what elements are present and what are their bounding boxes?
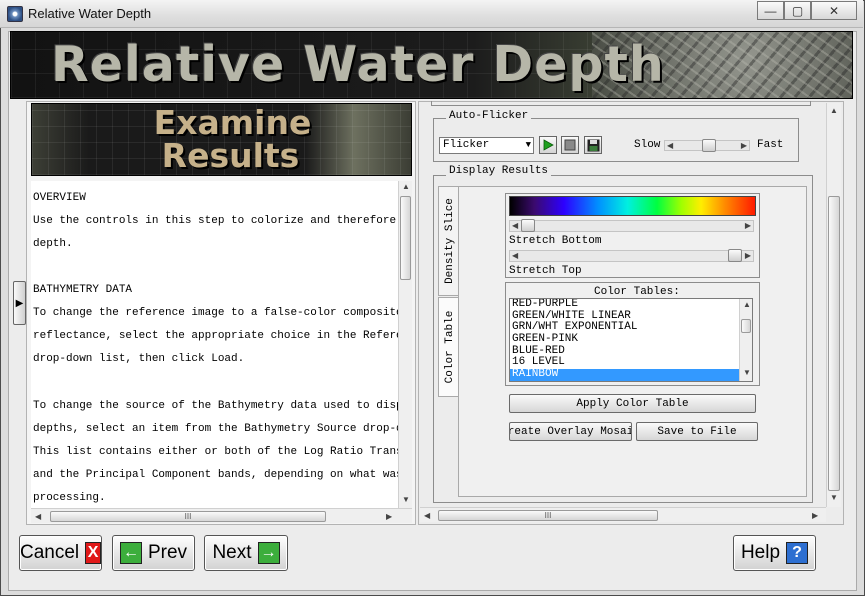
scroll-down-arrow-icon[interactable]: ▼ <box>830 493 838 502</box>
scroll-up-arrow-icon[interactable]: ▲ <box>402 182 410 191</box>
help-text-line: Use the controls in this step to coloriz… <box>33 215 398 227</box>
save-to-file-button[interactable]: Save to File <box>636 422 758 441</box>
header-banner: Relative Water Depth <box>10 31 853 99</box>
list-item[interactable]: GREEN-PINK <box>510 333 752 346</box>
help-text-line: To change the source of the Bathymetry d… <box>33 400 398 412</box>
step-banner-line2: Results <box>161 136 300 175</box>
tab-color-table[interactable]: Color Table <box>438 297 459 397</box>
title-bar: Relative Water Depth — ▢ ✕ <box>0 0 863 28</box>
scroll-left-arrow-icon[interactable]: ◀ <box>35 512 41 521</box>
cancel-x-icon: X <box>85 542 101 564</box>
slow-label: Slow <box>634 139 661 151</box>
help-text-hscroll-thumb[interactable]: III <box>50 511 326 522</box>
help-text-area[interactable]: OVERVIEW Use the controls in this step t… <box>31 181 398 508</box>
color-tables-label: Color Tables: <box>594 286 680 298</box>
scroll-up-arrow-icon[interactable]: ▲ <box>830 106 838 115</box>
app-icon <box>7 6 23 22</box>
cancel-button[interactable]: Cancel X <box>19 535 102 571</box>
next-label: Next <box>212 542 252 563</box>
window-title: Relative Water Depth <box>28 6 152 21</box>
play-button[interactable] <box>539 136 557 154</box>
flicker-mode-value: Flicker <box>443 139 490 151</box>
cancel-label: Cancel <box>20 542 80 563</box>
help-label: Help <box>740 542 781 563</box>
scroll-down-arrow-icon[interactable]: ▼ <box>743 368 751 377</box>
save-flicker-button[interactable] <box>584 136 602 154</box>
step-banner: Examine Results <box>31 103 412 176</box>
help-button[interactable]: Help ? <box>733 535 816 571</box>
prev-label: Prev <box>147 542 188 563</box>
controls-vscrollbar[interactable]: ▲ ▼ <box>826 103 841 507</box>
slider-right-arrow-icon[interactable]: ▶ <box>745 251 751 260</box>
stretch-bottom-thumb[interactable] <box>521 219 535 232</box>
controls-hscroll-thumb[interactable]: III <box>438 510 658 521</box>
help-text-line: reflectance, select the appropriate choi… <box>33 330 398 342</box>
tab-color-table-label: Color Table <box>444 310 456 384</box>
chevron-down-icon: ▼ <box>525 140 531 150</box>
create-overlay-mosaic-button[interactable]: Create Overlay Mosaic <box>509 422 632 441</box>
arrow-left-icon: ← <box>119 542 142 564</box>
floppy-disk-icon <box>587 139 599 151</box>
display-results-label: Display Results <box>446 165 552 177</box>
prev-button[interactable]: ← Prev <box>112 535 195 571</box>
color-table-list[interactable]: RED-PURPLE GREEN/WHITE LINEAR GRN/WHT EX… <box>509 298 753 382</box>
stretch-top-slider[interactable]: ◀ ▶ <box>509 250 754 262</box>
help-text-vscrollbar[interactable]: ▲ ▼ <box>398 181 412 508</box>
help-text-hscrollbar[interactable]: ◀ III ▶ <box>31 508 412 523</box>
arrow-right-icon: → <box>257 542 280 564</box>
controls-hscrollbar[interactable]: ◀ III ▶ <box>420 507 826 522</box>
banner-title: Relative Water Depth <box>51 36 665 93</box>
controls-vscroll-thumb[interactable] <box>828 196 840 491</box>
stretch-top-label: Stretch Top <box>509 265 582 277</box>
help-text-vscroll-thumb[interactable] <box>400 196 411 280</box>
help-text-line: and the Principal Component bands, depen… <box>33 469 398 481</box>
stretch-bottom-label: Stretch Bottom <box>509 235 602 247</box>
slider-left-arrow-icon[interactable]: ◀ <box>512 251 518 260</box>
tab-density-slice-label: Density Slice <box>444 198 456 284</box>
step-banner-line1: Examine <box>153 103 312 142</box>
slider-left-arrow-icon[interactable]: ◀ <box>512 221 518 230</box>
help-text-line: OVERVIEW <box>33 192 86 204</box>
list-item[interactable]: RED-PURPLE <box>510 299 752 311</box>
flicker-mode-select[interactable]: Flicker ▼ <box>439 137 534 154</box>
stop-button[interactable] <box>561 136 579 154</box>
scroll-left-arrow-icon[interactable]: ◀ <box>424 511 430 520</box>
flicker-speed-thumb[interactable] <box>702 139 717 152</box>
scroll-down-arrow-icon[interactable]: ▼ <box>402 495 410 504</box>
stretch-top-thumb[interactable] <box>728 249 742 262</box>
help-text-line: drop-down list, then click Load. <box>33 353 245 365</box>
maximize-button[interactable]: ▢ <box>784 1 811 20</box>
help-text-line: depths, select an item from the Bathymet… <box>33 423 398 435</box>
list-item-selected[interactable]: RAINBOW <box>510 368 752 381</box>
color-table-list-thumb[interactable] <box>741 319 751 333</box>
help-text-line: processing. <box>33 492 106 504</box>
top-group-edge <box>431 101 811 106</box>
stop-icon <box>564 139 576 151</box>
slider-right-arrow-icon[interactable]: ▶ <box>741 141 747 150</box>
help-text-line: depth. <box>33 238 73 250</box>
slider-right-arrow-icon[interactable]: ▶ <box>745 221 751 230</box>
rainbow-colorbar <box>509 196 756 216</box>
help-text-line: To change the reference image to a false… <box>33 307 398 319</box>
help-text-line: This list contains either or both of the… <box>33 446 398 458</box>
next-button[interactable]: Next → <box>204 535 288 571</box>
tab-density-slice[interactable]: Density Slice <box>438 186 459 296</box>
scroll-up-arrow-icon[interactable]: ▲ <box>743 300 751 309</box>
slider-left-arrow-icon[interactable]: ◀ <box>667 141 673 150</box>
scroll-right-arrow-icon[interactable]: ▶ <box>812 511 818 520</box>
help-text-line: BATHYMETRY DATA <box>33 284 133 296</box>
question-mark-icon: ? <box>786 542 809 564</box>
auto-flicker-label: Auto-Flicker <box>446 110 532 122</box>
color-table-list-scrollbar[interactable]: ▲ ▼ <box>739 299 752 381</box>
close-button[interactable]: ✕ <box>811 1 857 20</box>
scroll-right-arrow-icon[interactable]: ▶ <box>386 512 392 521</box>
minimize-button[interactable]: — <box>757 1 784 20</box>
fast-label: Fast <box>757 139 784 151</box>
expand-panel-arrow-icon[interactable]: ▶ <box>13 281 26 325</box>
play-icon <box>543 139 554 151</box>
apply-color-table-button[interactable]: Apply Color Table <box>509 394 756 413</box>
stretch-bottom-slider[interactable]: ◀ ▶ <box>509 220 754 232</box>
